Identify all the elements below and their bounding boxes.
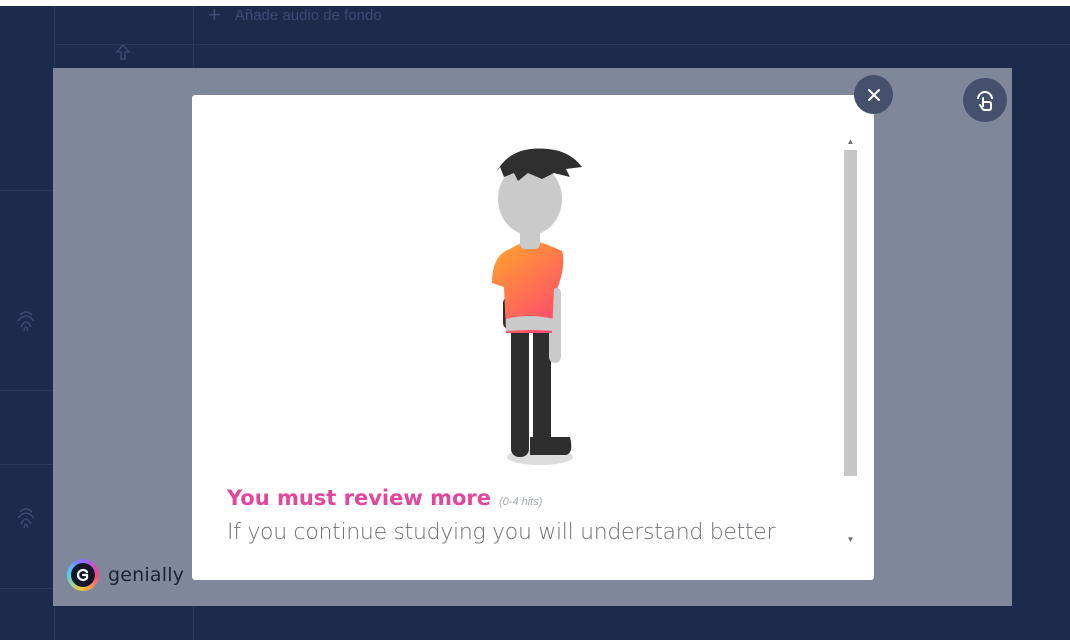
add-background-audio-label: Añade audio de fondo (234, 6, 382, 24)
fingerprint-icon[interactable] (16, 506, 36, 530)
scroll-up-arrow-icon[interactable]: ▲ (842, 133, 859, 149)
genially-brand[interactable]: genially (67, 559, 184, 591)
genially-logo-icon (67, 559, 99, 591)
brand-name: genially (108, 564, 185, 586)
result-description: If you continue studying you will unders… (227, 520, 776, 545)
fingerprint-icon[interactable] (16, 309, 36, 333)
close-button[interactable] (854, 75, 893, 114)
top-edge (0, 0, 1070, 6)
result-range: (0-4 hits) (499, 496, 543, 508)
touch-toggle-button[interactable] (963, 78, 1007, 122)
result-title: You must review more (0-4 hits) (227, 486, 542, 510)
close-icon (867, 88, 880, 101)
header-divider (54, 44, 1070, 45)
touch-hand-icon (977, 91, 993, 111)
modal-scrollbar[interactable]: ▲ ▼ (842, 133, 859, 547)
standing-person-illustration (492, 148, 582, 465)
result-heading: You must review more (227, 486, 491, 510)
upload-icon[interactable] (114, 42, 132, 64)
add-background-audio[interactable]: + Añade audio de fondo (208, 4, 382, 26)
plus-icon: + (208, 2, 221, 27)
scroll-down-arrow-icon[interactable]: ▼ (842, 531, 859, 547)
scroll-thumb[interactable] (844, 150, 857, 476)
result-modal: You must review more (0-4 hits) If you c… (192, 95, 874, 580)
